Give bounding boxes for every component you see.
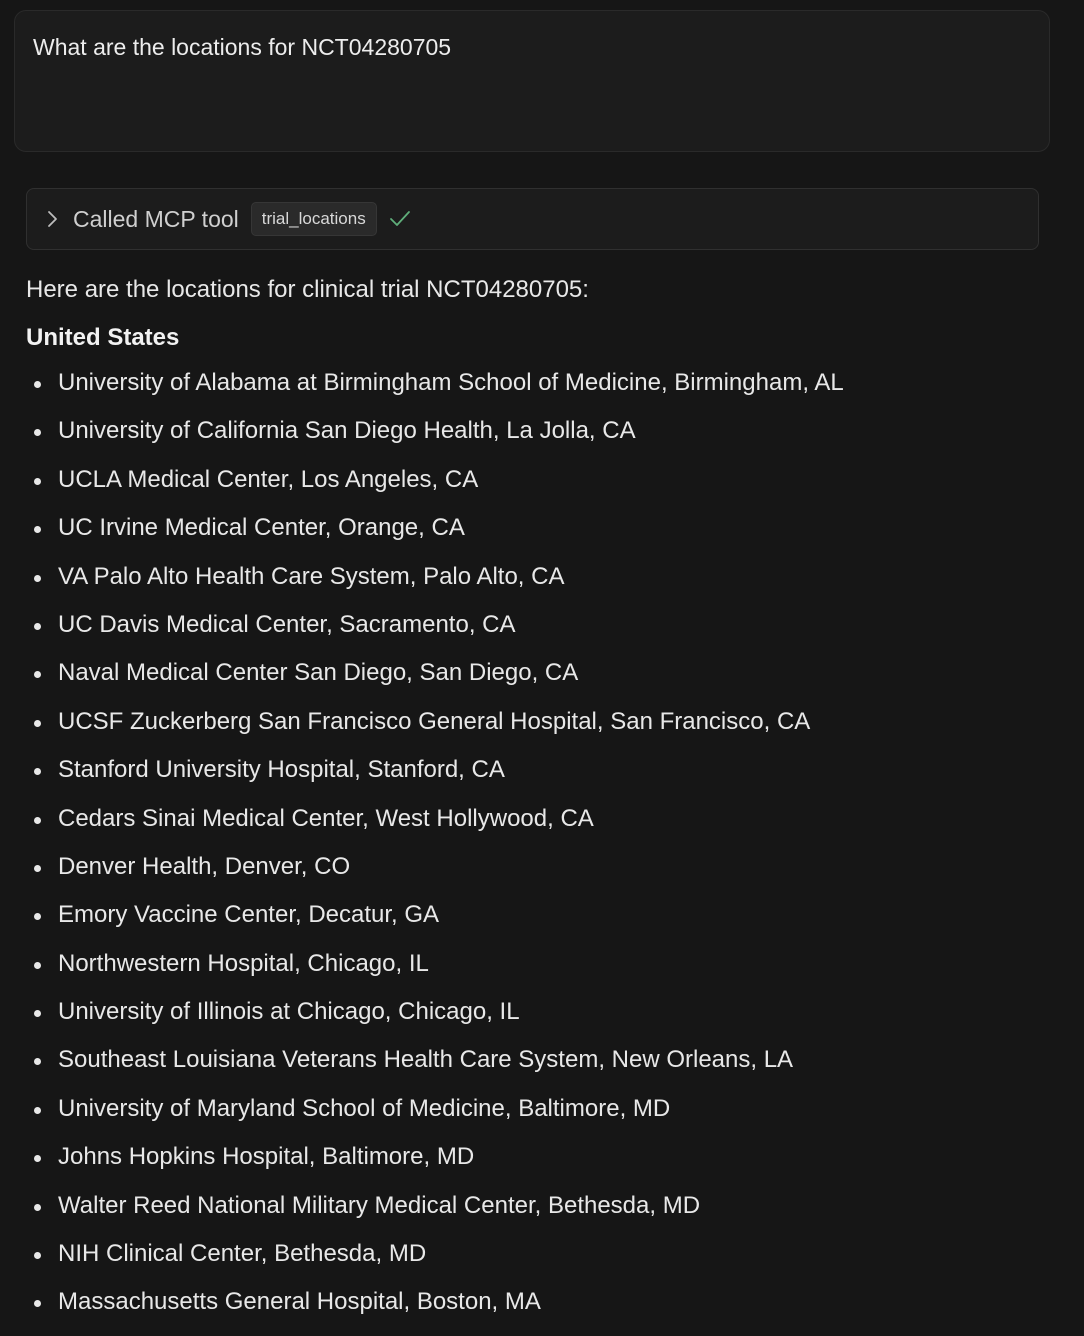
location-text: Southeast Louisiana Veterans Health Care… [58,1046,794,1074]
bullet-icon [34,1203,41,1211]
list-item: UCSF Zuckerberg San Francisco General Ho… [26,707,1066,737]
list-item: Emory Vaccine Center, Decatur, GA [26,900,1066,930]
location-text: University of California San Diego Healt… [58,417,636,445]
bullet-icon [34,1010,41,1018]
bullet-icon [34,429,41,437]
bullet-icon [34,1106,41,1114]
list-item: University of California San Diego Healt… [26,416,1066,446]
location-text: Denver Health, Denver, CO [58,852,351,880]
bullet-icon [34,1300,41,1308]
list-item: Johns Hopkins Hospital, Baltimore, MD [26,1142,1066,1172]
chevron-right-icon[interactable] [45,211,61,227]
bullet-icon [34,477,41,485]
bullet-icon [34,913,41,921]
bullet-icon [34,961,41,969]
bullet-icon [34,381,41,388]
prompt-input-box[interactable]: What are the locations for NCT04280705 [14,10,1050,152]
bullet-icon [34,719,41,727]
bullet-icon [34,816,41,824]
list-item: Massachusetts General Hospital, Boston, … [26,1287,1066,1317]
list-item: Walter Reed National Military Medical Ce… [26,1191,1066,1221]
check-icon [389,208,411,230]
list-item: University of Illinois at Chicago, Chica… [26,997,1066,1027]
list-item: University of Maryland School of Medicin… [26,1094,1066,1124]
location-text: UC Irvine Medical Center, Orange, CA [58,514,465,542]
location-text: UCLA Medical Center, Los Angeles, CA [58,465,479,493]
location-text: UCSF Zuckerberg San Francisco General Ho… [58,707,811,735]
bullet-icon [34,622,41,630]
location-text: UC Davis Medical Center, Sacramento, CA [58,610,516,638]
list-item: Cedars Sinai Medical Center, West Hollyw… [26,804,1066,834]
list-item: Stanford University Hospital, Stanford, … [26,755,1066,785]
location-text: University of Maryland School of Medicin… [58,1094,671,1122]
bullet-icon [34,1058,41,1066]
bullet-icon [34,864,41,872]
assistant-response: Here are the locations for clinical tria… [26,272,1066,1336]
location-text: Massachusetts General Hospital, Boston, … [58,1288,541,1316]
location-text: Emory Vaccine Center, Decatur, GA [58,901,440,929]
list-item: NIH Clinical Center, Bethesda, MD [26,1239,1066,1269]
list-item: Denver Health, Denver, CO [26,852,1066,882]
bullet-icon [34,671,41,679]
location-text: Johns Hopkins Hospital, Baltimore, MD [58,1143,475,1171]
list-item: Northwestern Hospital, Chicago, IL [26,949,1066,979]
list-item: UCLA Medical Center, Los Angeles, CA [26,465,1066,495]
list-item: VA Palo Alto Health Care System, Palo Al… [26,562,1066,592]
location-text: VA Palo Alto Health Care System, Palo Al… [58,562,565,590]
chat-view: What are the locations for NCT04280705 C… [0,0,1084,1315]
location-text: University of Alabama at Birmingham Scho… [58,369,844,396]
bullet-icon [34,768,41,776]
bullet-icon [34,574,41,582]
country-heading: United States [26,324,180,351]
location-text: Cedars Sinai Medical Center, West Hollyw… [58,804,594,832]
list-item: Naval Medical Center San Diego, San Dieg… [26,658,1066,688]
list-item: University of Alabama at Birmingham Scho… [26,368,1066,398]
locations-list: University of Alabama at Birmingham Scho… [26,368,1066,1317]
location-text: Stanford University Hospital, Stanford, … [58,756,505,784]
bullet-icon [34,1252,41,1260]
prompt-text: What are the locations for NCT04280705 [33,34,452,60]
bullet-icon [34,1155,41,1163]
tool-call-row[interactable]: Called MCP tool trial_locations [26,188,1039,250]
location-text: Northwestern Hospital, Chicago, IL [58,949,429,977]
location-text: Walter Reed National Military Medical Ce… [58,1191,701,1219]
response-intro: Here are the locations for clinical tria… [26,276,589,303]
location-text: University of Illinois at Chicago, Chica… [58,998,520,1026]
list-item: Southeast Louisiana Veterans Health Care… [26,1045,1066,1075]
bullet-icon [34,526,41,534]
list-item: UC Davis Medical Center, Sacramento, CA [26,610,1066,640]
tool-name-badge: trial_locations [250,202,377,236]
list-item: UC Irvine Medical Center, Orange, CA [26,513,1066,543]
location-text: Naval Medical Center San Diego, San Dieg… [58,659,579,687]
location-text: NIH Clinical Center, Bethesda, MD [58,1240,427,1268]
tool-call-label: Called MCP tool [73,205,239,232]
